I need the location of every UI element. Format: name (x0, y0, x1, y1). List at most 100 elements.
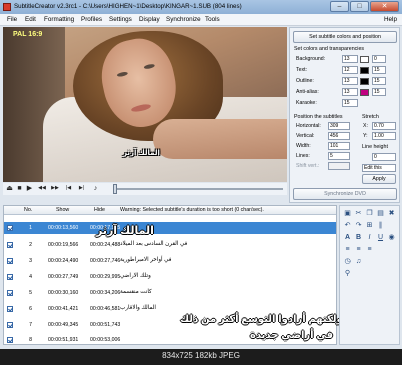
bold-icon[interactable]: B (354, 233, 363, 242)
row-hide-time: 00:00:24,488 (90, 242, 121, 248)
row-checkbox[interactable] (7, 258, 13, 264)
menu-help[interactable]: Help (384, 16, 397, 23)
rewind-icon[interactable]: ◀◀ (36, 184, 48, 193)
menu-settings[interactable]: Settings (109, 16, 132, 23)
seek-bar[interactable] (113, 188, 283, 190)
table-row[interactable]: 5 00:00:30,160 00:00:34,206 كانت منقسمة (4, 287, 336, 299)
underline-icon[interactable]: U (376, 233, 385, 242)
synchronize-dvd-button[interactable]: Synchronize DVD (293, 188, 397, 200)
video-subtitle-preview[interactable]: المالك آرثر (123, 149, 160, 157)
shift-vert-input[interactable] (328, 162, 350, 170)
table-row[interactable]: 6 00:00:41,421 00:00:46,581 المالك والاق… (4, 303, 336, 315)
row-checkbox[interactable] (7, 322, 13, 328)
outline-color-select[interactable]: 13 (342, 77, 358, 85)
stop-icon[interactable]: ■ (15, 184, 24, 193)
row-checkbox[interactable] (7, 337, 13, 343)
anti-alias-transparency-select[interactable]: 15 (372, 88, 386, 96)
maximize-button[interactable]: □ (350, 1, 369, 12)
font-size-icon[interactable]: A (343, 233, 352, 242)
copy-icon[interactable]: ❐ (365, 209, 374, 218)
eject-icon[interactable]: ⏏ (5, 184, 14, 193)
delete-icon[interactable]: ✖ (387, 209, 396, 218)
anti-alias-color-select[interactable]: 13 (342, 88, 358, 96)
fast-forward-icon[interactable]: ▶▶ (49, 184, 61, 193)
edit-this-select[interactable]: Edit this (362, 164, 396, 172)
app-icon (3, 3, 11, 11)
video-preview[interactable]: PAL 16:9 المالك آرثر (3, 27, 287, 182)
menu-tools[interactable]: Tools (205, 16, 220, 23)
undo-icon[interactable]: ↶ (343, 221, 352, 230)
stretch-x-label: X: (363, 123, 368, 129)
set-colors-position-button[interactable]: Set subtitle colors and position (293, 31, 397, 43)
row-checkbox[interactable] (7, 274, 13, 280)
stretch-x-input[interactable]: 0.70 (372, 122, 396, 130)
minimize-button[interactable]: – (330, 1, 349, 12)
music-icon[interactable]: ♫ (354, 257, 363, 266)
video-arm (153, 119, 287, 159)
column-hide[interactable]: Hide (94, 207, 105, 213)
align-center-icon[interactable]: ≡ (354, 245, 363, 254)
menu-profiles[interactable]: Profiles (81, 16, 102, 23)
search-icon[interactable]: ⚲ (343, 269, 352, 278)
volume-icon[interactable]: ♪ (91, 184, 100, 193)
vertical-input[interactable]: 456 (328, 132, 350, 140)
apply-button[interactable]: Apply (362, 174, 396, 184)
row-show-time: 00:00:13,560 (48, 225, 79, 231)
row-checkbox[interactable] (7, 242, 13, 248)
horizontal-input[interactable]: 309 (328, 122, 350, 130)
table-row[interactable]: 2 00:00:19,566 00:00:24,488 في القرن الس… (4, 239, 336, 251)
seek-thumb[interactable] (113, 184, 117, 194)
color-icon[interactable]: ◉ (387, 233, 396, 242)
row-number: 2 (29, 242, 32, 248)
close-button[interactable]: ✕ (370, 1, 399, 12)
background-color-swatch[interactable] (360, 56, 369, 63)
menu-synchronize[interactable]: Synchronize (166, 16, 201, 23)
row-checkbox[interactable] (7, 290, 13, 296)
split-icon[interactable]: ∥ (376, 221, 385, 230)
line-height-input[interactable]: 0 (372, 153, 396, 161)
width-input[interactable]: 101 (328, 142, 350, 150)
vertical-label: Vertical: (296, 133, 315, 139)
menu-formatting[interactable]: Formatting (44, 16, 74, 23)
stretch-y-label: Y: (363, 133, 368, 139)
text-color-select[interactable]: 12 (342, 66, 358, 74)
outline-color-swatch[interactable] (360, 78, 369, 85)
menu-file[interactable]: File (7, 16, 17, 23)
anti-alias-color-swatch[interactable] (360, 89, 369, 96)
menu-display[interactable]: Display (139, 16, 160, 23)
text-transparency-select[interactable]: 15 (372, 66, 386, 74)
timing-icon[interactable]: ◷ (343, 257, 352, 266)
menu-edit[interactable]: Edit (25, 16, 36, 23)
column-show[interactable]: Show (56, 207, 69, 213)
karaoke-select[interactable]: 15 (342, 99, 358, 107)
skip-start-icon[interactable]: |◀ (63, 184, 74, 193)
table-row[interactable]: 3 00:00:24,490 00:00:27,746 في أواخر الا… (4, 255, 336, 267)
align-right-icon[interactable]: ≡ (365, 245, 374, 254)
align-left-icon[interactable]: ≡ (343, 245, 352, 254)
anti-alias-label: Anti-alias: (296, 89, 319, 95)
italic-icon[interactable]: I (365, 233, 374, 242)
table-row[interactable]: 7 00:00:49,345 00:00:51,743 (4, 319, 336, 331)
lines-input[interactable]: 5 (328, 152, 350, 160)
insert-icon[interactable]: ⊞ (365, 221, 374, 230)
skip-end-icon[interactable]: ▶| (76, 184, 87, 193)
redo-icon[interactable]: ↷ (354, 221, 363, 230)
row-show-time: 00:00:49,345 (48, 322, 79, 328)
video-format-label: PAL 16:9 (13, 31, 43, 38)
background-color-select[interactable]: 13 (342, 55, 358, 63)
stretch-y-input[interactable]: 1.00 (372, 132, 396, 140)
paste-icon[interactable]: ▤ (376, 209, 385, 218)
column-no[interactable]: No. (24, 207, 32, 213)
text-color-swatch[interactable] (360, 67, 369, 74)
table-row[interactable]: 8 00:00:51,931 00:00:53,006 (4, 334, 336, 344)
row-hide-time: 00:00:51,743 (90, 322, 121, 328)
save-icon[interactable]: ▣ (343, 209, 352, 218)
cut-icon[interactable]: ✂ (354, 209, 363, 218)
row-checkbox[interactable] (7, 225, 13, 231)
play-icon[interactable]: ▶ (25, 184, 34, 193)
background-transparency-select[interactable]: 0 (372, 55, 386, 63)
table-row[interactable]: 4 00:00:27,749 00:00:29,995 وتلك الاراضي (4, 271, 336, 283)
outline-transparency-select[interactable]: 15 (372, 77, 386, 85)
table-row[interactable]: 1 00:00:13,560 00:00:17,925 (4, 222, 336, 234)
row-checkbox[interactable] (7, 306, 13, 312)
